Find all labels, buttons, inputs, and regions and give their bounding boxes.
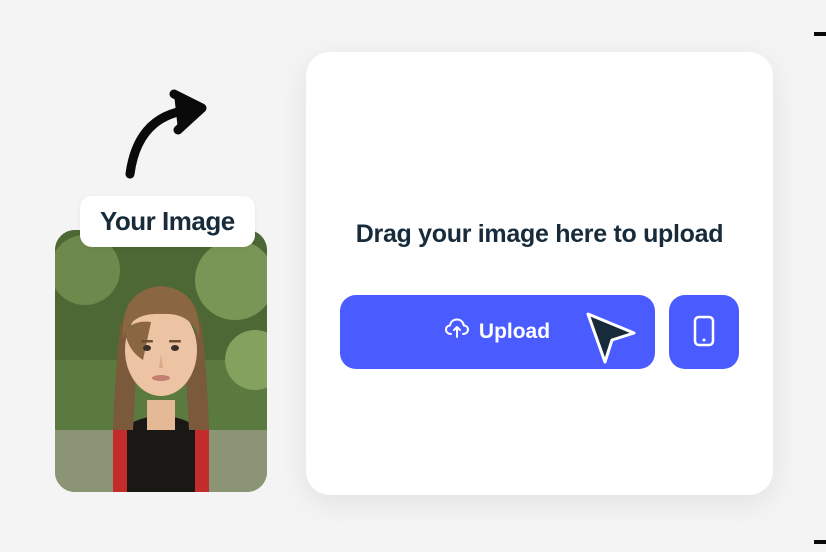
cursor-icon <box>582 308 642 373</box>
mobile-icon <box>693 315 715 350</box>
mobile-upload-button[interactable] <box>669 295 739 369</box>
frame-edge <box>811 0 826 552</box>
button-row: Upload <box>340 295 739 369</box>
arrow-icon <box>118 82 218 182</box>
drag-instruction-text: Drag your image here to upload <box>356 220 723 249</box>
upload-button-label: Upload <box>479 320 550 344</box>
image-preview <box>55 230 267 492</box>
cloud-upload-icon <box>445 318 469 346</box>
your-image-label: Your Image <box>80 196 255 247</box>
upload-card[interactable]: Drag your image here to upload Upload <box>306 52 773 495</box>
